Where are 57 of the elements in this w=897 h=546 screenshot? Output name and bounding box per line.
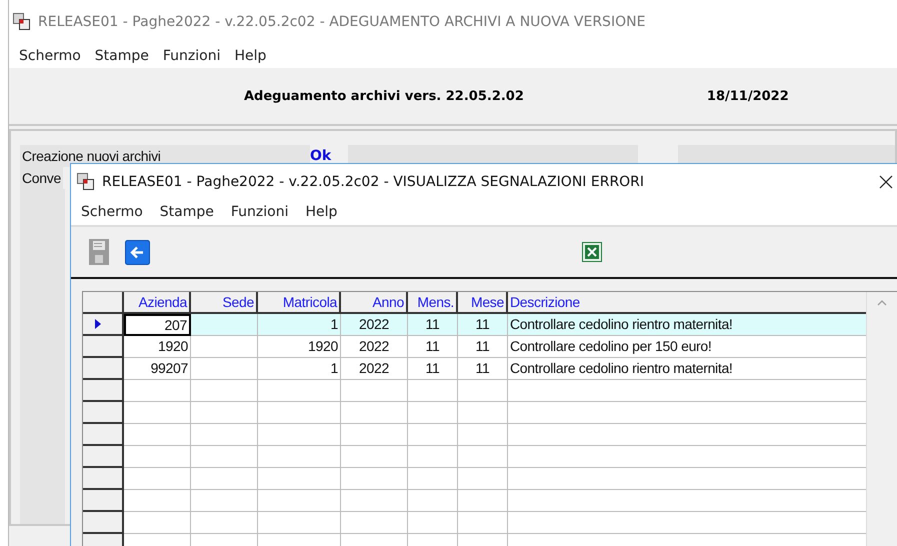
step-label: Conve [20, 167, 63, 189]
column-header[interactable]: Mese [458, 292, 508, 314]
row-header[interactable] [83, 380, 124, 402]
column-header[interactable]: Mens. [408, 292, 458, 314]
table-cell: 1920 [124, 336, 191, 358]
row-header[interactable] [83, 358, 124, 380]
table-row[interactable]: 1920 1920 2022 11 11 Controllare cedolino per 150 euro! [83, 336, 866, 358]
row-header[interactable] [83, 490, 124, 512]
close-icon[interactable] [879, 175, 893, 189]
table-cell: 11 [408, 358, 458, 380]
heading: Adeguamento archivi vers. 22.05.2.02 [244, 88, 524, 104]
table-cell: 11 [458, 358, 508, 380]
table-cell: 1 [258, 314, 341, 336]
table-cell: Controllare cedolino rientro maternita! [508, 314, 866, 336]
scrollbar[interactable] [866, 292, 897, 546]
column-header[interactable]: Azienda [124, 292, 191, 314]
column-header[interactable]: Sede [191, 292, 258, 314]
window-title: RELEASE01 - Paghe2022 - v.22.05.2c02 - VISUALIZZA SEGNALAZIONI ERRORI [102, 174, 644, 190]
window-title: RELEASE01 - Paghe2022 - v.22.05.2c02 - ADEGUAMENTO ARCHIVI A NUOVA VERSIONE [38, 14, 646, 30]
row-header[interactable] [83, 468, 124, 490]
table-cell: 1 [258, 358, 341, 380]
row-header[interactable] [83, 424, 124, 446]
app-icon [13, 13, 31, 31]
step-status: Ok [310, 148, 332, 164]
menu-item[interactable]: Help [234, 48, 266, 64]
row-header[interactable] [83, 446, 124, 468]
menu-item[interactable]: Schermo [81, 204, 143, 220]
table-cell: 11 [408, 336, 458, 358]
table-cell: 11 [458, 336, 508, 358]
spreadsheet-icon[interactable] [582, 242, 602, 262]
menu-item[interactable]: Funzioni [162, 48, 220, 64]
table-cell: 207 [124, 314, 191, 336]
menu-item[interactable]: Stampe [160, 204, 214, 220]
column-header[interactable]: Matricola [258, 292, 341, 314]
table-row[interactable]: 207 1 2022 11 11 Controllare cedolino rientro maternita! [83, 314, 866, 336]
table-cell: 11 [458, 314, 508, 336]
table-cell: 2022 [341, 314, 408, 336]
table-cell: 1920 [258, 336, 341, 358]
menu-item[interactable]: Stampe [94, 48, 149, 64]
row-header[interactable] [83, 512, 124, 534]
row-header[interactable] [83, 314, 124, 336]
table-row[interactable]: 99207 1 2022 11 11 Controllare cedolino rientro maternita! [83, 358, 866, 380]
column-header[interactable]: Descrizione [508, 292, 866, 314]
menu-item[interactable]: Funzioni [230, 204, 288, 220]
table-cell: 2022 [341, 358, 408, 380]
menu-item[interactable]: Help [306, 204, 338, 220]
column-header[interactable]: Anno [341, 292, 408, 314]
table-cell: 11 [408, 314, 458, 336]
row-header[interactable] [83, 402, 124, 424]
row-pointer-icon [95, 319, 101, 329]
menu-item[interactable]: Schermo [19, 48, 81, 64]
table-cell: 2022 [341, 336, 408, 358]
date-label: 18/11/2022 [706, 88, 789, 104]
row-header[interactable] [83, 336, 124, 358]
table-cell: 99207 [124, 358, 191, 380]
app-icon [77, 172, 95, 190]
corner-cell [83, 292, 124, 314]
